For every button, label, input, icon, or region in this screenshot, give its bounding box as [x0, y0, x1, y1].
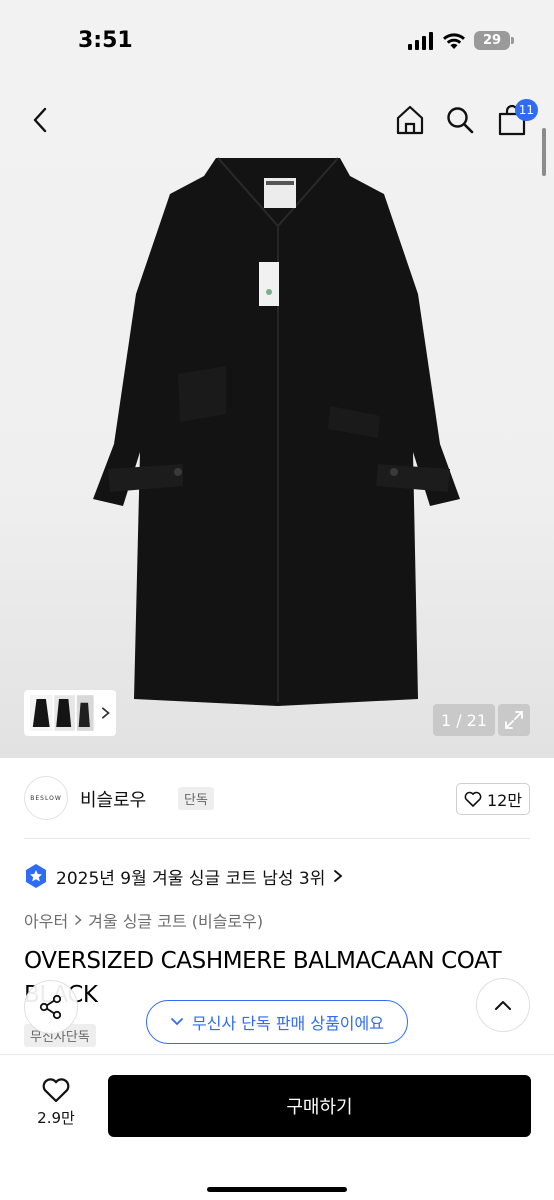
breadcrumb-category[interactable]: 아우터: [24, 908, 68, 932]
brand-row: BESLOW 비슬로우 단독 12만: [24, 776, 530, 822]
home-button[interactable]: [392, 102, 428, 138]
breadcrumb: 아우터 겨울 싱글 코트 (비슬로우): [24, 908, 263, 932]
exclusive-info-text: 무신사 단독 판매 상품이에요: [192, 1014, 384, 1033]
brand-name[interactable]: 비슬로우: [80, 786, 146, 812]
scroll-to-top-button[interactable]: [476, 978, 530, 1032]
chevron-up-icon: [495, 1001, 511, 1010]
chevron-left-icon: [33, 107, 47, 133]
wishlist-count: 2.9만: [37, 1109, 75, 1127]
wishlist-button[interactable]: 2.9만: [28, 1077, 84, 1137]
cart-count-badge: 11: [514, 99, 538, 121]
wifi-icon: [443, 32, 465, 49]
scroll-indicator: [542, 128, 546, 176]
battery-cap: [511, 37, 514, 44]
share-button[interactable]: [24, 980, 78, 1034]
brand-exclusive-tag: 단독: [178, 787, 214, 810]
thumbnail-image: [30, 695, 94, 731]
battery-indicator: 29: [474, 31, 514, 50]
search-icon: [447, 107, 474, 134]
thumbnail-strip[interactable]: [24, 690, 116, 736]
chevron-down-icon: [171, 1018, 183, 1026]
breadcrumb-subcategory[interactable]: 겨울 싱글 코트 (비슬로우): [88, 908, 263, 932]
search-button[interactable]: [442, 102, 478, 138]
ranking-link[interactable]: 2025년 9월 겨울 싱글 코트 남성 3위: [24, 862, 343, 890]
expand-image-button[interactable]: [498, 704, 530, 736]
chevron-right-icon: [101, 707, 110, 719]
home-indicator: [207, 1187, 347, 1192]
battery-level: 29: [474, 31, 510, 50]
divider: [24, 838, 530, 839]
brand-like-count: 12만: [486, 791, 523, 810]
heart-icon: [464, 791, 482, 807]
product-image: [93, 157, 460, 706]
chevron-right-icon: [334, 870, 343, 882]
share-icon: [39, 994, 62, 1020]
bottom-action-bar: 2.9만 구매하기: [0, 1054, 554, 1200]
image-counter: 1 / 21: [433, 704, 495, 736]
signal-icon: [408, 31, 433, 50]
back-button[interactable]: [22, 102, 58, 138]
status-icons: 29: [408, 31, 514, 50]
status-bar: 3:51 29: [0, 0, 554, 84]
ranking-text: 2025년 9월 겨울 싱글 코트 남성 3위: [56, 868, 326, 889]
chevron-right-icon: [75, 914, 82, 926]
home-icon: [396, 105, 424, 135]
status-time: 3:51: [78, 28, 133, 53]
brand-logo[interactable]: BESLOW: [24, 776, 68, 820]
heart-icon: [42, 1078, 70, 1103]
ranking-badge-icon: [26, 864, 46, 888]
exclusive-info-pill[interactable]: 무신사 단독 판매 상품이에요: [146, 1000, 408, 1044]
expand-icon: [505, 711, 523, 729]
cart-button[interactable]: 11: [494, 99, 538, 138]
brand-like-button[interactable]: 12만: [456, 783, 530, 815]
product-image-gallery[interactable]: 11 1 / 21: [0, 84, 554, 758]
buy-button[interactable]: 구매하기: [108, 1075, 531, 1137]
